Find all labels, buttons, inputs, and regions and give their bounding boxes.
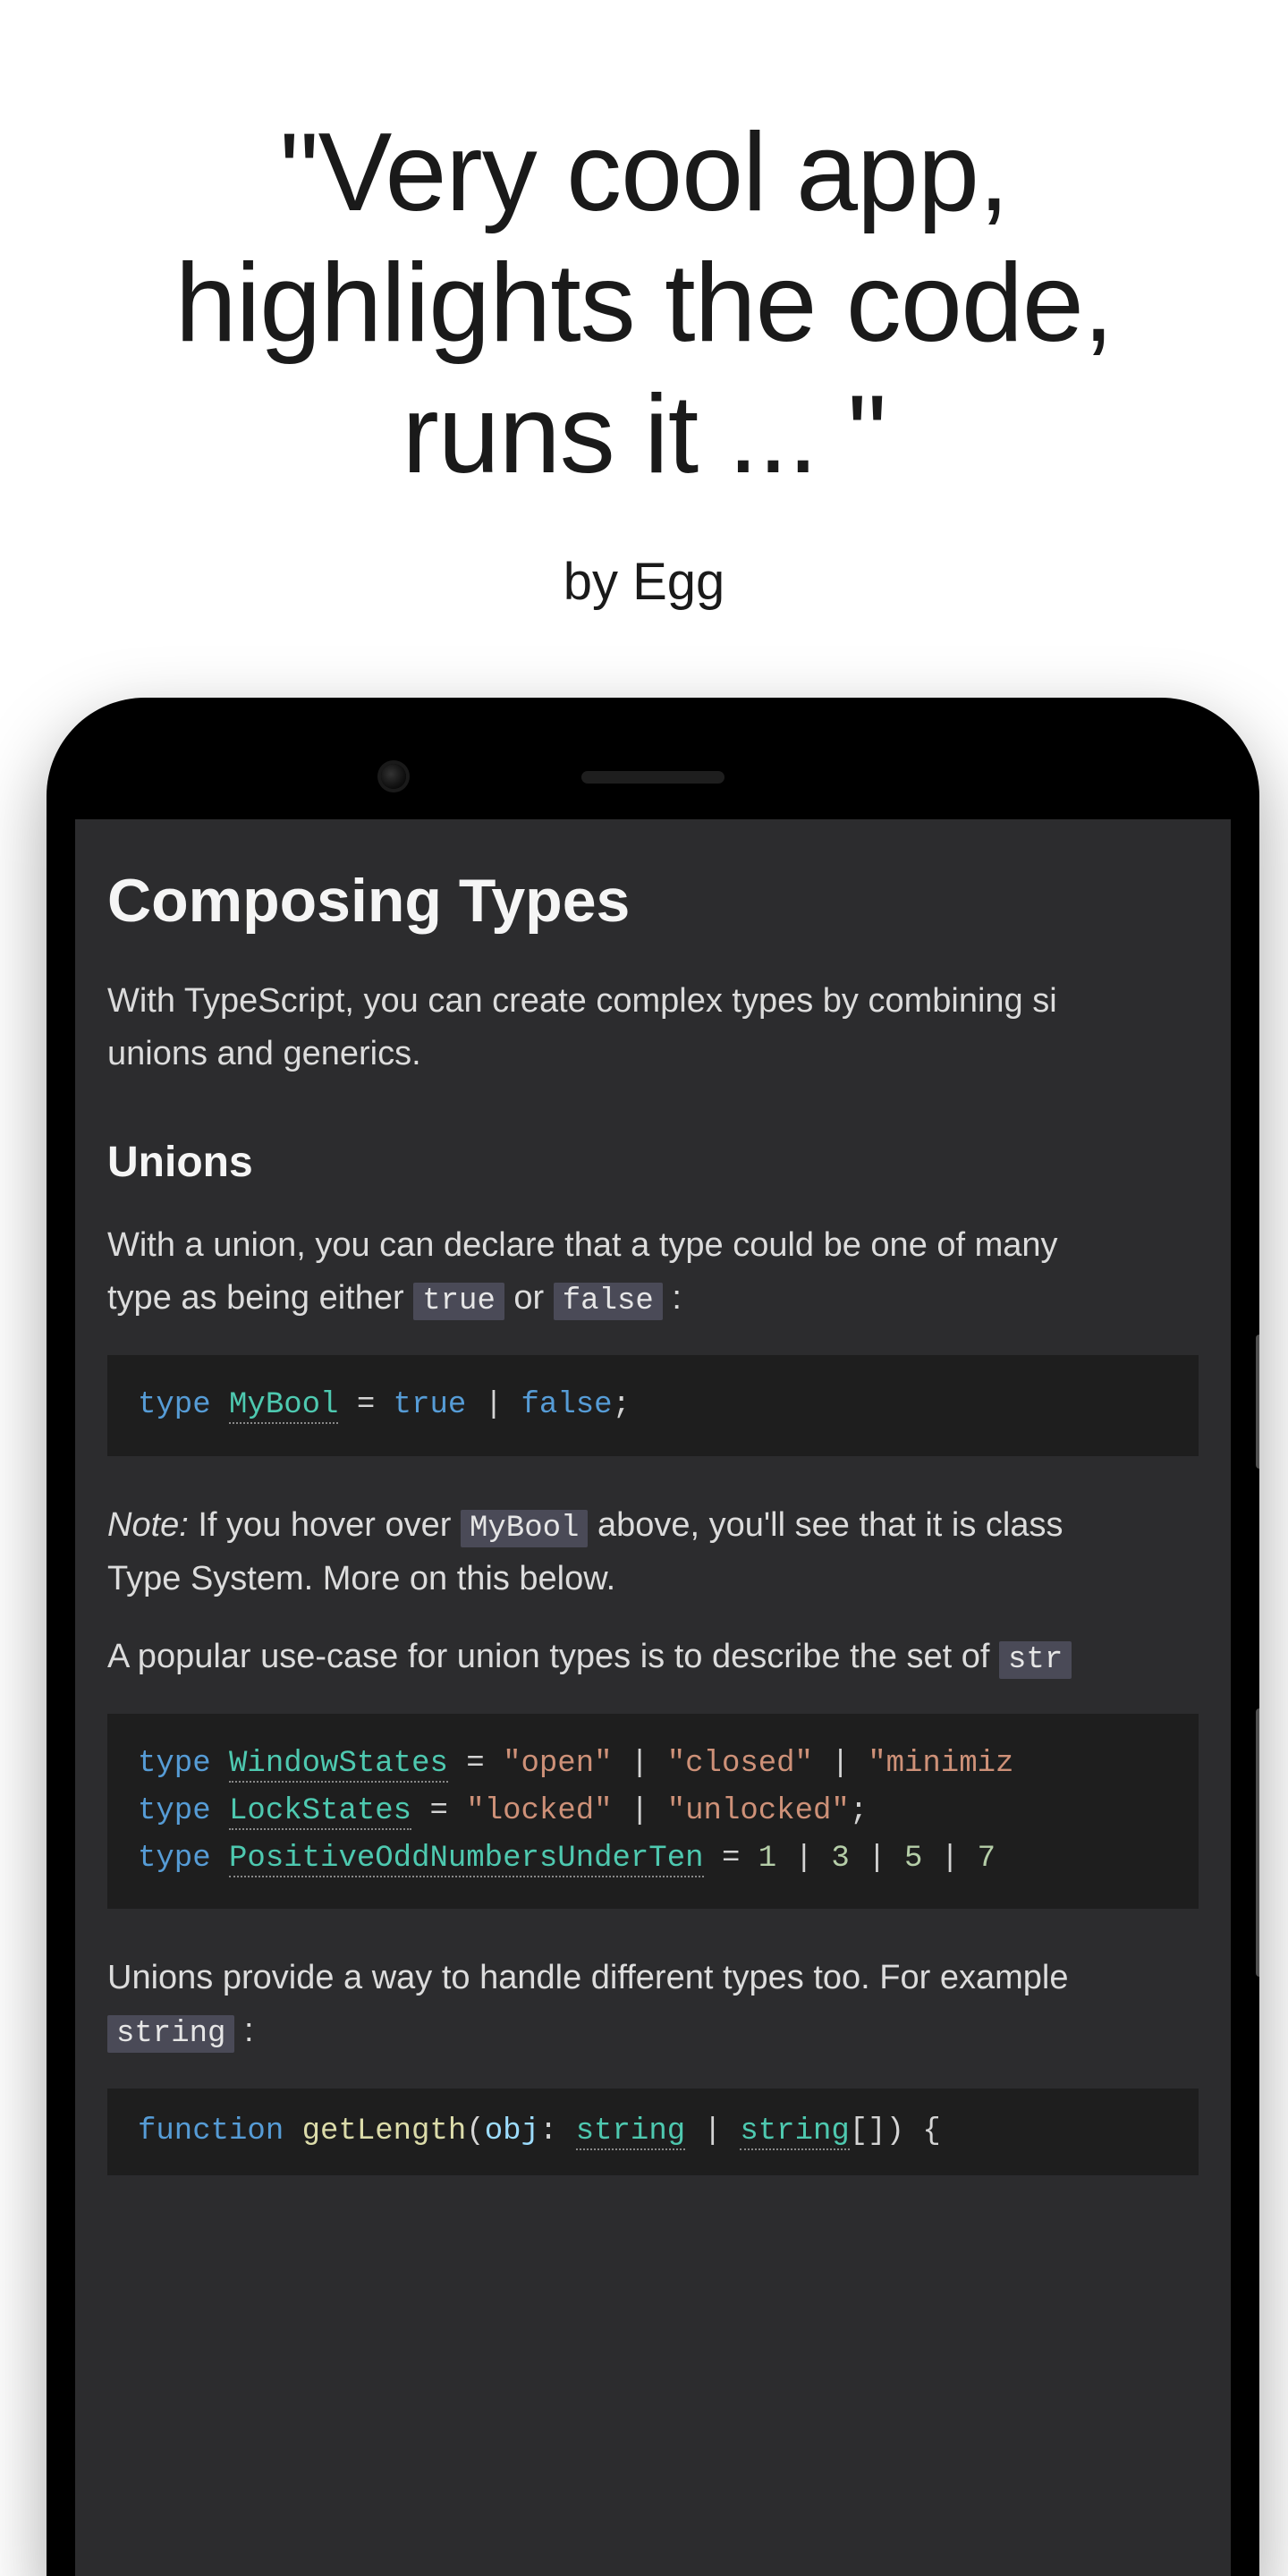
- inline-code-false: false: [554, 1283, 663, 1320]
- quote-line-1: "Very cool app,: [0, 107, 1288, 238]
- app-screen[interactable]: Composing Types With TypeScript, you can…: [75, 819, 1231, 2576]
- code-block-states[interactable]: type WindowStates = "open" | "closed" | …: [107, 1714, 1199, 1909]
- phone-side-button-top: [1256, 1335, 1259, 1469]
- unions-handle-paragraph: Unions provide a way to handle different…: [107, 1952, 1199, 2058]
- hero-quote-block: "Very cool app, highlights the code, run…: [0, 0, 1288, 612]
- phone-notch-area: [75, 726, 1231, 819]
- phone-inner-bezel: Composing Types With TypeScript, you can…: [75, 726, 1231, 2576]
- phone-frame: Composing Types With TypeScript, you can…: [47, 698, 1259, 2576]
- code-block-mybool[interactable]: type MyBool = true | false;: [107, 1355, 1199, 1456]
- phone-speaker-icon: [581, 771, 724, 784]
- note-paragraph: Note: If you hover over MyBool above, yo…: [107, 1499, 1199, 1606]
- inline-code-mybool: MyBool: [461, 1510, 588, 1547]
- quote-line-3: runs it ... ": [0, 369, 1288, 500]
- inline-code-string: string: [107, 2015, 234, 2053]
- phone-camera-icon: [381, 764, 406, 789]
- inline-code-str: str: [999, 1641, 1072, 1679]
- unions-paragraph-1: With a union, you can declare that a typ…: [107, 1219, 1199, 1326]
- intro-paragraph: With TypeScript, you can create complex …: [107, 975, 1199, 1080]
- quote-byline: by Egg: [0, 552, 1288, 612]
- phone-side-button-bottom: [1256, 1708, 1259, 1977]
- unions-heading: Unions: [107, 1138, 1199, 1187]
- page-title: Composing Types: [107, 866, 1199, 936]
- code-block-getlength[interactable]: function getLength(obj: string | string[…: [107, 2089, 1199, 2175]
- inline-code-true: true: [413, 1283, 504, 1320]
- quote-line-2: highlights the code,: [0, 238, 1288, 369]
- popular-paragraph: A popular use-case for union types is to…: [107, 1631, 1199, 1684]
